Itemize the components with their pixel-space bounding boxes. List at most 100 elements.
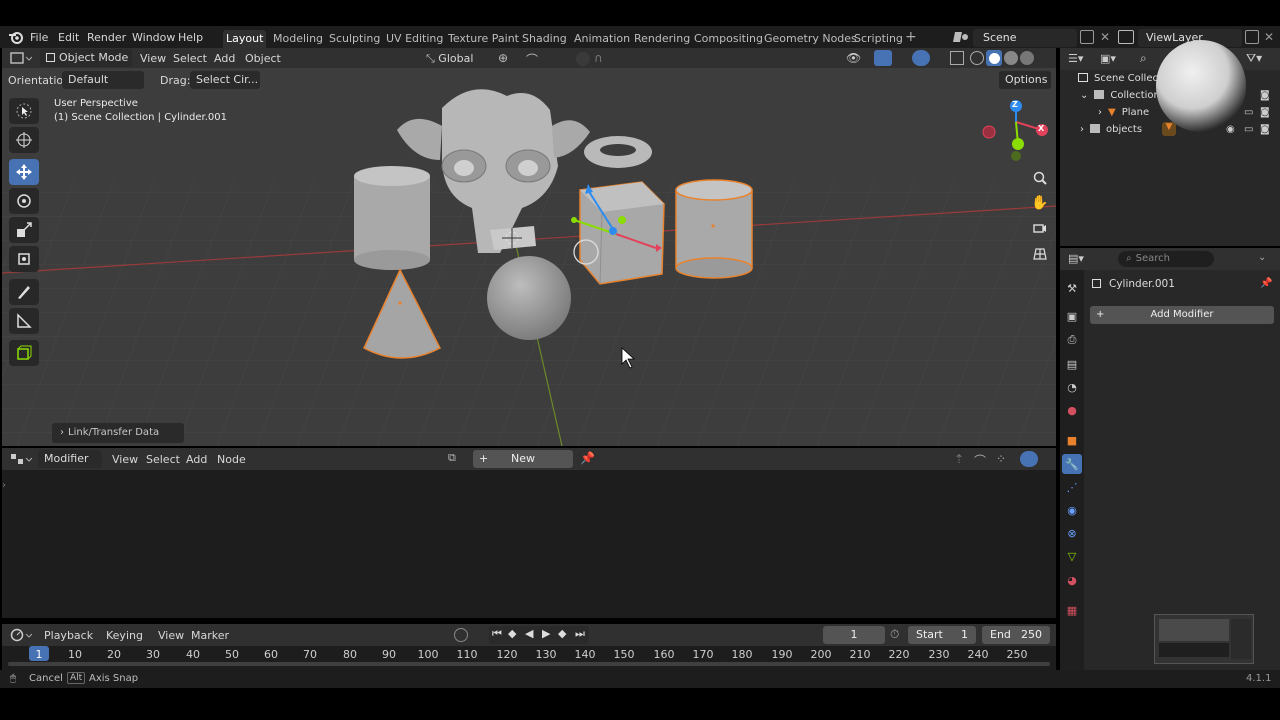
- properties-search-input[interactable]: ⌕ Search: [1118, 251, 1214, 267]
- select-tool-icon[interactable]: [9, 98, 39, 124]
- texture-tab-icon[interactable]: ▦: [1062, 600, 1082, 620]
- node-overlays-icon[interactable]: [1020, 451, 1038, 467]
- tool-tab-icon[interactable]: ⚒: [1062, 278, 1082, 298]
- scene-selector[interactable]: Scene: [973, 29, 1077, 47]
- last-operation-panel[interactable]: › Link/Transfer Data: [52, 423, 184, 443]
- tab-rendering[interactable]: Rendering: [631, 30, 693, 48]
- object-tab-icon[interactable]: ■: [1062, 430, 1082, 450]
- output-tab-icon[interactable]: ⎙: [1062, 330, 1082, 350]
- play-icon[interactable]: ▶: [542, 627, 550, 640]
- options-dropdown[interactable]: Options: [999, 71, 1051, 89]
- modifier-type-dropdown[interactable]: Modifier: [38, 450, 102, 468]
- auto-keying-icon[interactable]: [454, 628, 468, 642]
- view-layer-icon[interactable]: [1118, 30, 1134, 44]
- data-tab-icon[interactable]: ▽: [1062, 546, 1082, 566]
- node-tree-icon[interactable]: ⧉: [448, 451, 472, 467]
- pivot-point-icon[interactable]: ⊕: [498, 51, 508, 65]
- node-menu-select[interactable]: Select: [146, 453, 180, 466]
- viewport-menu-add[interactable]: Add: [214, 52, 235, 65]
- outliner-item-objects[interactable]: › objects: [1080, 124, 1142, 135]
- tab-compositing[interactable]: Compositing: [691, 30, 766, 48]
- tab-uv-editing[interactable]: UV Editing: [383, 30, 446, 48]
- delete-view-layer-icon[interactable]: ✕: [1264, 30, 1274, 44]
- hide-eye-icon[interactable]: ◉: [1226, 124, 1235, 135]
- editor-type-icon[interactable]: [10, 51, 33, 65]
- pan-hand-icon[interactable]: ✋: [1028, 191, 1052, 215]
- viewport-3d[interactable]: Z X ✋ User Perspective (1) Scene Collect…: [2, 48, 1056, 446]
- node-sidebar-toggle-icon[interactable]: ›: [2, 480, 6, 491]
- scene-icon[interactable]: [952, 29, 970, 45]
- view-layer-tab-icon[interactable]: ▤: [1062, 354, 1082, 374]
- snap-icon[interactable]: ⌒: [526, 51, 538, 68]
- cursor-tool-icon[interactable]: [9, 127, 39, 153]
- gizmo-toggle-icon[interactable]: [874, 50, 892, 66]
- timeline-menu-marker[interactable]: Marker: [191, 629, 229, 642]
- jump-start-icon[interactable]: ⏮: [492, 627, 502, 641]
- rendered-shading-icon[interactable]: [1020, 51, 1034, 65]
- restrict-viewport-icon[interactable]: ▭: [1244, 107, 1253, 118]
- add-workspace-icon[interactable]: +: [905, 29, 917, 45]
- material-tab-icon[interactable]: ◕: [1062, 570, 1082, 590]
- restrict-render-icon[interactable]: ◙: [1260, 90, 1270, 101]
- timeline-scrollbar[interactable]: [8, 662, 1050, 666]
- navigation-gizmo[interactable]: [980, 100, 1056, 170]
- properties-options-icon[interactable]: ⌄: [1258, 252, 1266, 263]
- properties-editor-type-icon[interactable]: ▤▾: [1068, 252, 1084, 265]
- camera-view-icon[interactable]: [1028, 216, 1052, 240]
- orientation-dropdown[interactable]: Default: [62, 71, 144, 89]
- preview-range-icon[interactable]: ⏱: [890, 627, 899, 642]
- pin-icon[interactable]: 📌: [580, 451, 595, 465]
- proportional-editing-icon[interactable]: [576, 52, 590, 66]
- tab-animation[interactable]: Animation: [571, 30, 633, 48]
- falloff-icon[interactable]: ∩: [594, 51, 603, 65]
- node-editor-type-icon[interactable]: [10, 452, 33, 466]
- physics-tab-icon[interactable]: ◉: [1062, 500, 1082, 520]
- timeline-menu-playback[interactable]: Playback: [44, 629, 93, 642]
- prev-keyframe-icon[interactable]: ◆: [508, 627, 516, 640]
- filter-icon[interactable]: ⛛▾: [1246, 51, 1262, 66]
- add-modifier-button[interactable]: + Add Modifier: [1090, 306, 1274, 324]
- visibility-icon[interactable]: 👁: [846, 51, 861, 65]
- tab-shading[interactable]: Shading: [519, 30, 570, 48]
- measure-tool-icon[interactable]: [9, 308, 39, 334]
- menu-render[interactable]: Render: [87, 30, 126, 46]
- node-editor[interactable]: [2, 448, 1056, 618]
- world-tab-icon[interactable]: ●: [1062, 400, 1082, 420]
- drag-dropdown[interactable]: Select Cir...: [190, 71, 260, 89]
- outliner-search-icon[interactable]: ⌕: [1140, 51, 1147, 66]
- start-frame-field[interactable]: Start 1: [908, 626, 976, 644]
- end-frame-field[interactable]: End 250: [982, 626, 1050, 644]
- transform-orientation-dropdown[interactable]: ⤡ Global: [426, 50, 473, 68]
- viewport-menu-select[interactable]: Select: [173, 52, 207, 65]
- display-mode-icon[interactable]: ▣▾: [1100, 52, 1116, 65]
- object-mode-dropdown[interactable]: Object Mode: [40, 49, 132, 67]
- timeline-menu-keying[interactable]: Keying: [106, 629, 143, 642]
- node-snap-icon[interactable]: ⌒: [974, 452, 986, 469]
- delete-scene-icon[interactable]: ✕: [1100, 30, 1110, 44]
- tab-layout[interactable]: Layout: [223, 30, 267, 48]
- jump-end-icon[interactable]: ⏭: [575, 627, 585, 641]
- viewport-menu-object[interactable]: Object: [245, 52, 281, 65]
- modifier-tab-icon[interactable]: 🔧: [1062, 454, 1082, 474]
- outliner-editor-type-icon[interactable]: ☰▾: [1068, 52, 1083, 65]
- new-view-layer-icon[interactable]: [1245, 30, 1259, 44]
- node-menu-add[interactable]: Add: [186, 453, 207, 466]
- particles-tab-icon[interactable]: ⋰: [1062, 477, 1082, 497]
- node-menu-view[interactable]: View: [112, 453, 138, 466]
- tab-geometry-nodes[interactable]: Geometry Nodes: [761, 30, 860, 48]
- tab-modeling[interactable]: Modeling: [270, 30, 326, 48]
- parent-node-icon[interactable]: ⇡: [954, 452, 964, 466]
- viewport-menu-view[interactable]: View: [140, 52, 166, 65]
- wireframe-shading-icon[interactable]: [970, 51, 984, 65]
- next-keyframe-icon[interactable]: ◆: [558, 627, 566, 640]
- perspective-grid-icon[interactable]: [1028, 242, 1052, 266]
- menu-help[interactable]: Help: [178, 30, 203, 46]
- tab-texture-paint[interactable]: Texture Paint: [445, 30, 522, 48]
- restrict-render-icon[interactable]: ◙: [1260, 124, 1270, 135]
- constraints-tab-icon[interactable]: ⊗: [1062, 523, 1082, 543]
- new-node-tree-button[interactable]: + New: [473, 450, 573, 468]
- zoom-icon[interactable]: [1028, 166, 1052, 190]
- menu-file[interactable]: File: [30, 30, 48, 46]
- annotate-tool-icon[interactable]: [9, 279, 39, 305]
- add-cube-tool-icon[interactable]: [9, 340, 39, 366]
